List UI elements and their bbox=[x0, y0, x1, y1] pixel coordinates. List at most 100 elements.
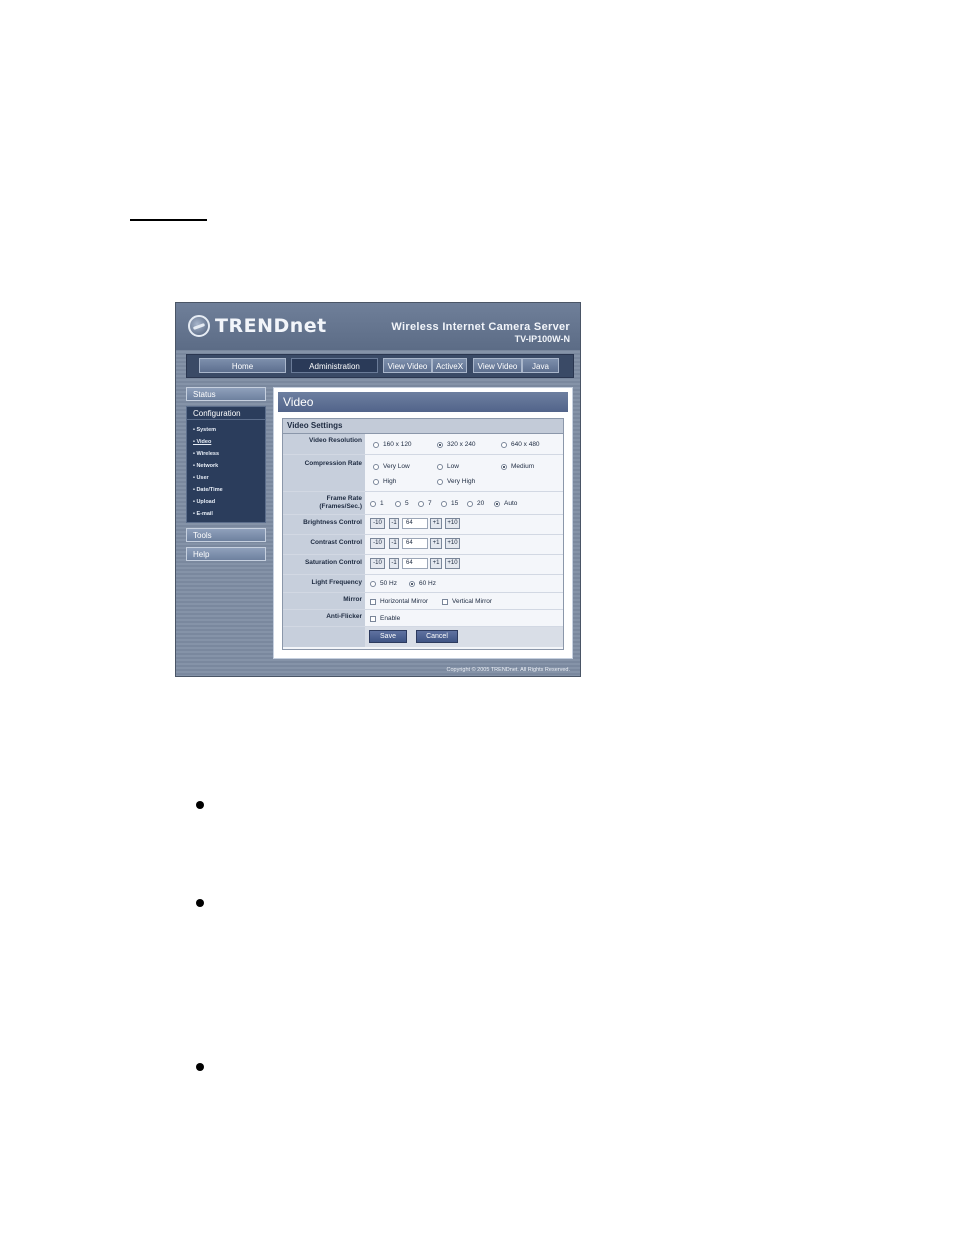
radio-selected-icon[interactable] bbox=[437, 441, 443, 448]
checkbox-anti-flicker[interactable]: Enable bbox=[370, 615, 400, 622]
saturation-minus1-button[interactable]: -1 bbox=[389, 558, 399, 569]
row-light-frequency: Light Frequency 50 Hz 60 Hz bbox=[283, 575, 563, 593]
sidebar-item-video[interactable]: • Video bbox=[193, 436, 265, 448]
saturation-minus10-button[interactable]: -10 bbox=[370, 558, 385, 569]
radio-icon[interactable] bbox=[467, 500, 473, 507]
radio-icon[interactable] bbox=[437, 478, 443, 485]
option-resolution-160[interactable]: 160 x 120 bbox=[373, 441, 412, 448]
contrast-plus1-button[interactable]: +1 bbox=[430, 538, 442, 549]
option-label: High bbox=[383, 478, 397, 485]
sidebar-item-wireless[interactable]: • Wireless bbox=[193, 448, 265, 460]
radio-icon[interactable] bbox=[370, 580, 376, 587]
nav-view-video-java[interactable]: View Video bbox=[473, 358, 522, 373]
section-title: Video Settings bbox=[283, 419, 563, 434]
sidebar-config-submenu: • System • Video • Wireless • Network • … bbox=[186, 420, 266, 523]
option-compression-high[interactable]: High bbox=[373, 478, 396, 485]
radio-selected-icon[interactable] bbox=[494, 500, 500, 507]
option-frame-rate-auto[interactable]: Auto bbox=[494, 500, 517, 507]
saturation-input[interactable]: 64 bbox=[402, 558, 428, 569]
option-60hz[interactable]: 60 Hz bbox=[409, 580, 436, 587]
brightness-plus10-button[interactable]: +10 bbox=[445, 518, 460, 529]
contrast-minus10-button[interactable]: -10 bbox=[370, 538, 385, 549]
page-title: Video bbox=[278, 392, 568, 412]
contrast-minus1-button[interactable]: -1 bbox=[389, 538, 399, 549]
checkbox-horizontal-mirror[interactable]: Horizontal Mirror bbox=[370, 598, 428, 605]
checkbox-icon[interactable] bbox=[370, 598, 376, 605]
checkbox-vertical-mirror[interactable]: Vertical Mirror bbox=[442, 598, 492, 605]
radio-icon[interactable] bbox=[501, 441, 507, 448]
row-actions: Save Cancel bbox=[283, 627, 563, 647]
option-frame-rate-7[interactable]: 7 bbox=[418, 500, 432, 507]
radio-icon[interactable] bbox=[373, 441, 379, 448]
radio-icon[interactable] bbox=[395, 500, 401, 507]
brightness-plus1-button[interactable]: +1 bbox=[430, 518, 442, 529]
option-label: 15 bbox=[451, 500, 459, 507]
radio-icon[interactable] bbox=[370, 500, 376, 507]
radio-icon[interactable] bbox=[418, 500, 424, 507]
option-label: 1 bbox=[380, 500, 384, 507]
sidebar-configuration[interactable]: Configuration bbox=[186, 406, 266, 420]
option-resolution-640[interactable]: 640 x 480 bbox=[501, 441, 540, 448]
value-video-resolution: 160 x 120 320 x 240 640 x 480 bbox=[367, 434, 563, 454]
nav-administration[interactable]: Administration bbox=[291, 358, 378, 373]
nav-home[interactable]: Home bbox=[199, 358, 286, 373]
radio-icon[interactable] bbox=[373, 478, 379, 485]
nav-activex[interactable]: ActiveX bbox=[432, 358, 467, 373]
option-50hz[interactable]: 50 Hz bbox=[370, 580, 397, 587]
option-compression-very-low[interactable]: Very Low bbox=[373, 463, 410, 470]
option-label: 320 x 240 bbox=[447, 441, 476, 448]
option-label: Auto bbox=[504, 500, 518, 507]
radio-selected-icon[interactable] bbox=[409, 580, 415, 587]
option-frame-rate-1[interactable]: 1 bbox=[370, 500, 384, 507]
saturation-plus1-button[interactable]: +1 bbox=[430, 558, 442, 569]
nav-view-video-activex[interactable]: View Video bbox=[383, 358, 432, 373]
option-label: Very High bbox=[447, 478, 476, 485]
sidebar-tools[interactable]: Tools bbox=[186, 528, 266, 542]
option-compression-low[interactable]: Low bbox=[437, 463, 459, 470]
content-panel: Video Video Settings Video Resolution 16… bbox=[273, 387, 573, 659]
option-compression-medium[interactable]: Medium bbox=[501, 463, 534, 470]
contrast-input[interactable]: 64 bbox=[402, 538, 428, 549]
sidebar-item-user[interactable]: • User bbox=[193, 472, 265, 484]
row-compression-rate: Compression Rate Very Low Low Medium Hig… bbox=[283, 455, 563, 492]
copyright: Copyright © 2005 TRENDnet. All Rights Re… bbox=[446, 667, 570, 673]
option-frame-rate-5[interactable]: 5 bbox=[395, 500, 409, 507]
option-label: Very Low bbox=[383, 463, 410, 470]
brightness-minus10-button[interactable]: -10 bbox=[370, 518, 385, 529]
brightness-minus1-button[interactable]: -1 bbox=[389, 518, 399, 529]
option-frame-rate-15[interactable]: 15 bbox=[441, 500, 458, 507]
label-mirror: Mirror bbox=[283, 593, 365, 609]
checkbox-icon[interactable] bbox=[370, 615, 376, 622]
heading-underline bbox=[130, 219, 207, 221]
radio-selected-icon[interactable] bbox=[501, 463, 507, 470]
video-settings-table: Video Settings Video Resolution 160 x 12… bbox=[282, 418, 564, 650]
option-resolution-320[interactable]: 320 x 240 bbox=[437, 441, 476, 448]
radio-icon[interactable] bbox=[437, 463, 443, 470]
option-label: Enable bbox=[380, 615, 401, 622]
saturation-plus10-button[interactable]: +10 bbox=[445, 558, 460, 569]
sidebar-item-upload[interactable]: • Upload bbox=[193, 496, 265, 508]
save-button[interactable]: Save bbox=[369, 630, 407, 643]
brightness-input[interactable]: 64 bbox=[402, 518, 428, 529]
sidebar-status[interactable]: Status bbox=[186, 387, 266, 401]
sidebar-item-system[interactable]: • System bbox=[193, 424, 265, 436]
sidebar-item-network[interactable]: • Network bbox=[193, 460, 265, 472]
cancel-button[interactable]: Cancel bbox=[416, 630, 458, 643]
sidebar-item-email[interactable]: • E-mail bbox=[193, 508, 265, 520]
contrast-plus10-button[interactable]: +10 bbox=[445, 538, 460, 549]
row-brightness: Brightness Control -10 -1 64 +1 +10 bbox=[283, 515, 563, 535]
radio-icon[interactable] bbox=[373, 463, 379, 470]
radio-icon[interactable] bbox=[441, 500, 447, 507]
checkbox-icon[interactable] bbox=[442, 598, 448, 605]
row-saturation: Saturation Control -10 -1 64 +1 +10 bbox=[283, 555, 563, 575]
option-compression-very-high[interactable]: Very High bbox=[437, 478, 475, 485]
label-contrast: Contrast Control bbox=[283, 535, 365, 554]
option-frame-rate-20[interactable]: 20 bbox=[467, 500, 484, 507]
label-light-frequency: Light Frequency bbox=[283, 575, 365, 592]
sidebar-item-date-time[interactable]: • Date/Time bbox=[193, 484, 265, 496]
sidebar-help[interactable]: Help bbox=[186, 547, 266, 561]
option-label: 60 Hz bbox=[419, 580, 436, 587]
nav-java[interactable]: Java bbox=[522, 358, 559, 373]
option-label: Horizontal Mirror bbox=[380, 598, 429, 605]
bullet-point bbox=[196, 1063, 204, 1071]
